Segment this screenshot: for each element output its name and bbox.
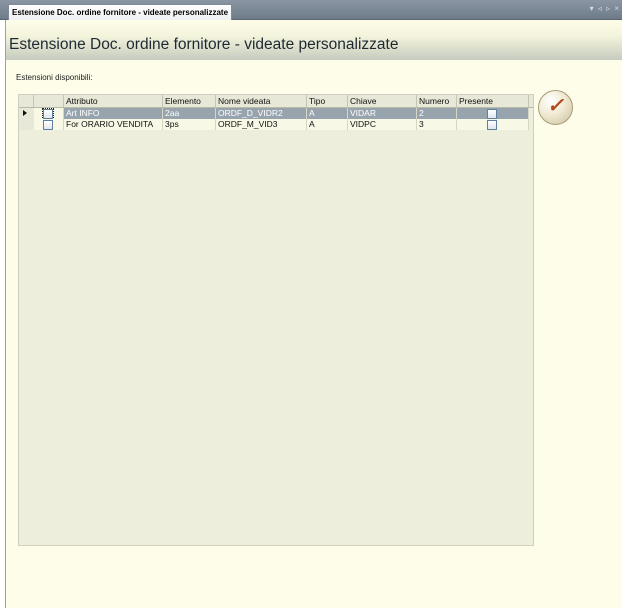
row-select-cell: [34, 108, 64, 119]
tab-estensione-ordine[interactable]: Estensione Doc. ordine fornitore - videa…: [8, 4, 233, 20]
cell-presente: [457, 119, 529, 130]
row-indicator: [19, 119, 35, 130]
presente-checkbox[interactable]: [487, 120, 497, 130]
tab-strip: Estensione Doc. ordine fornitore - videa…: [0, 0, 622, 20]
row-select-checkbox[interactable]: [42, 108, 54, 119]
cell-numero[interactable]: 2: [417, 108, 457, 119]
row-select-checkbox[interactable]: [43, 120, 53, 130]
table-row[interactable]: For ORARIO VENDITA 3ps ORDF_M_VID3 A VID…: [19, 119, 533, 130]
current-row-arrow-icon: [23, 110, 27, 116]
cell-chiave[interactable]: VIDAR: [348, 108, 417, 119]
column-header-numero[interactable]: Numero: [417, 95, 457, 107]
cell-chiave[interactable]: VIDPC: [348, 119, 417, 130]
cell-numero[interactable]: 3: [417, 119, 457, 130]
checkmark-icon: ✓: [547, 93, 564, 117]
extensions-caption: Estensioni disponibili:: [16, 73, 93, 82]
cell-nome-videata[interactable]: ORDF_M_VID3: [216, 119, 307, 130]
column-header-chiave[interactable]: Chiave: [348, 95, 417, 107]
cell-tipo[interactable]: A: [307, 108, 348, 119]
title-bar: Estensione Doc. ordine fornitore - videa…: [6, 20, 622, 60]
column-header-tipo[interactable]: Tipo: [307, 95, 348, 107]
cell-nome-videata[interactable]: ORDF_D_VIDR2: [216, 108, 307, 119]
main-panel: Estensione Doc. ordine fornitore - videa…: [5, 20, 622, 608]
cell-presente: [457, 108, 529, 119]
column-header-attributo[interactable]: Attributo: [64, 95, 163, 107]
extensions-grid[interactable]: Attributo Elemento Nome videata Tipo Chi…: [18, 94, 534, 546]
grid-header: Attributo Elemento Nome videata Tipo Chi…: [19, 95, 533, 108]
row-select-cell: [34, 119, 64, 130]
cell-elemento[interactable]: 2aa: [163, 108, 216, 119]
column-header-nome-videata[interactable]: Nome videata: [216, 95, 307, 107]
presente-checkbox[interactable]: [487, 109, 497, 119]
row-indicator-header: [19, 95, 34, 107]
column-header-elemento[interactable]: Elemento: [163, 95, 216, 107]
page-title: Estensione Doc. ordine fornitore - videa…: [9, 36, 399, 53]
tab-strip-controls[interactable]: ▾ ◃ ▹ ×: [590, 4, 620, 13]
confirm-button[interactable]: ✓: [538, 90, 573, 125]
table-row[interactable]: Art INFO 2aa ORDF_D_VIDR2 A VIDAR 2: [19, 108, 533, 119]
select-column-header[interactable]: [34, 95, 64, 107]
cell-elemento[interactable]: 3ps: [163, 119, 216, 130]
cell-tipo[interactable]: A: [307, 119, 348, 130]
column-header-presente[interactable]: Presente: [457, 95, 529, 107]
cell-attributo[interactable]: Art INFO: [64, 108, 163, 119]
row-indicator: [19, 108, 35, 119]
cell-attributo[interactable]: For ORARIO VENDITA: [64, 119, 163, 130]
